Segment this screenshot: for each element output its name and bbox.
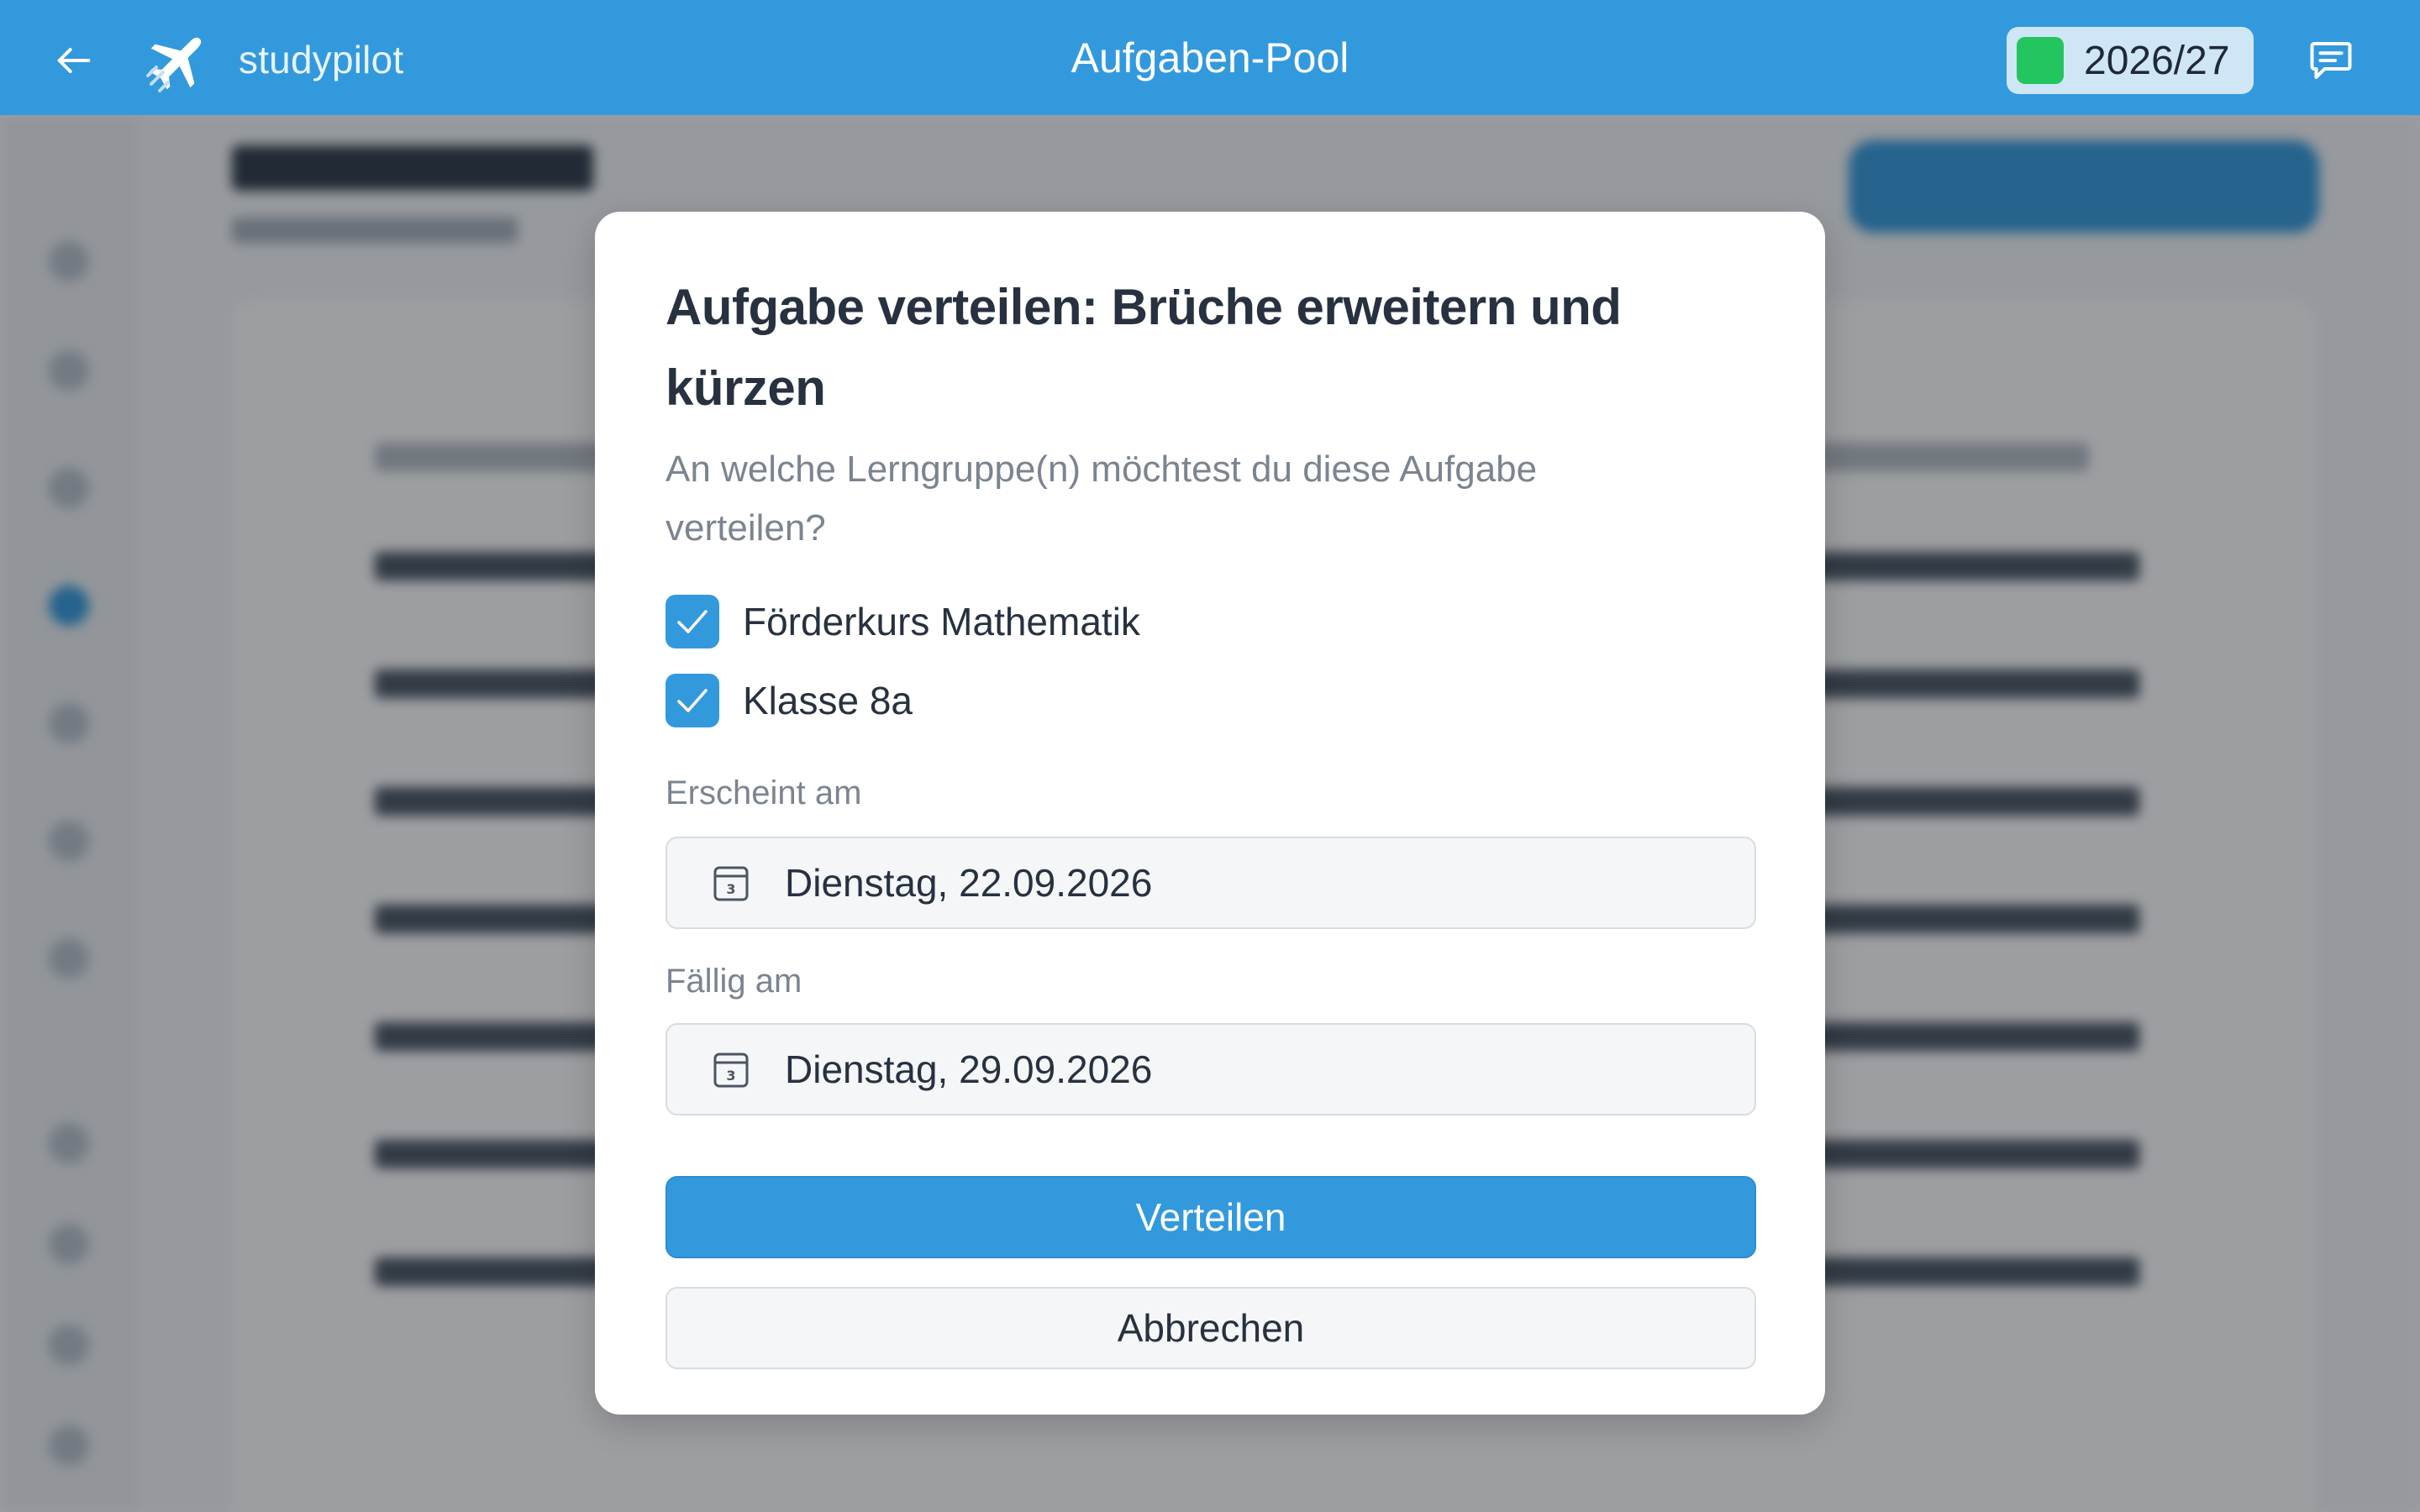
distribute-button[interactable]: Verteilen: [666, 1176, 1756, 1258]
group-checkbox[interactable]: [666, 674, 719, 727]
group-option-foerderkurs[interactable]: Förderkurs Mathematik: [666, 595, 1140, 648]
calendar-icon: 3: [713, 1053, 749, 1088]
school-year-color-swatch: [2017, 37, 2064, 84]
top-bar: studypilot Aufgaben-Pool 2026/27: [0, 0, 2420, 115]
calendar-icon: 3: [713, 866, 749, 901]
chat-icon: [2310, 42, 2352, 79]
school-year-selector[interactable]: 2026/27: [2007, 27, 2254, 94]
cancel-button[interactable]: Abbrechen: [666, 1287, 1756, 1369]
appears-date-label: Erscheint am: [666, 774, 862, 811]
checkmark-icon: [677, 610, 708, 633]
school-year-label: 2026/27: [2084, 38, 2230, 83]
group-checkbox[interactable]: [666, 595, 719, 648]
group-option-klasse-8a[interactable]: Klasse 8a: [666, 674, 913, 727]
group-label: Klasse 8a: [743, 679, 913, 722]
dialog-description: An welche Lerngruppe(n) möchtest du dies…: [666, 449, 1538, 549]
checkmark-icon: [677, 689, 708, 712]
group-label: Förderkurs Mathematik: [743, 600, 1140, 643]
due-date-label: Fällig am: [666, 963, 802, 1000]
chat-button[interactable]: [2301, 30, 2361, 91]
appears-date-value: Dienstag, 22.09.2026: [785, 861, 1153, 905]
due-date-value: Dienstag, 29.09.2026: [785, 1047, 1153, 1091]
due-date-field[interactable]: 3 Dienstag, 29.09.2026: [666, 1023, 1756, 1116]
calendar-icon-day: 3: [726, 1068, 735, 1084]
distribute-task-dialog: Aufgabe verteilen: Brüche erweitern und …: [595, 212, 1825, 1415]
appears-date-field[interactable]: 3 Dienstag, 22.09.2026: [666, 837, 1756, 929]
calendar-icon-day: 3: [726, 881, 735, 897]
dialog-title: Aufgabe verteilen: Brüche erweitern und …: [666, 279, 1622, 416]
